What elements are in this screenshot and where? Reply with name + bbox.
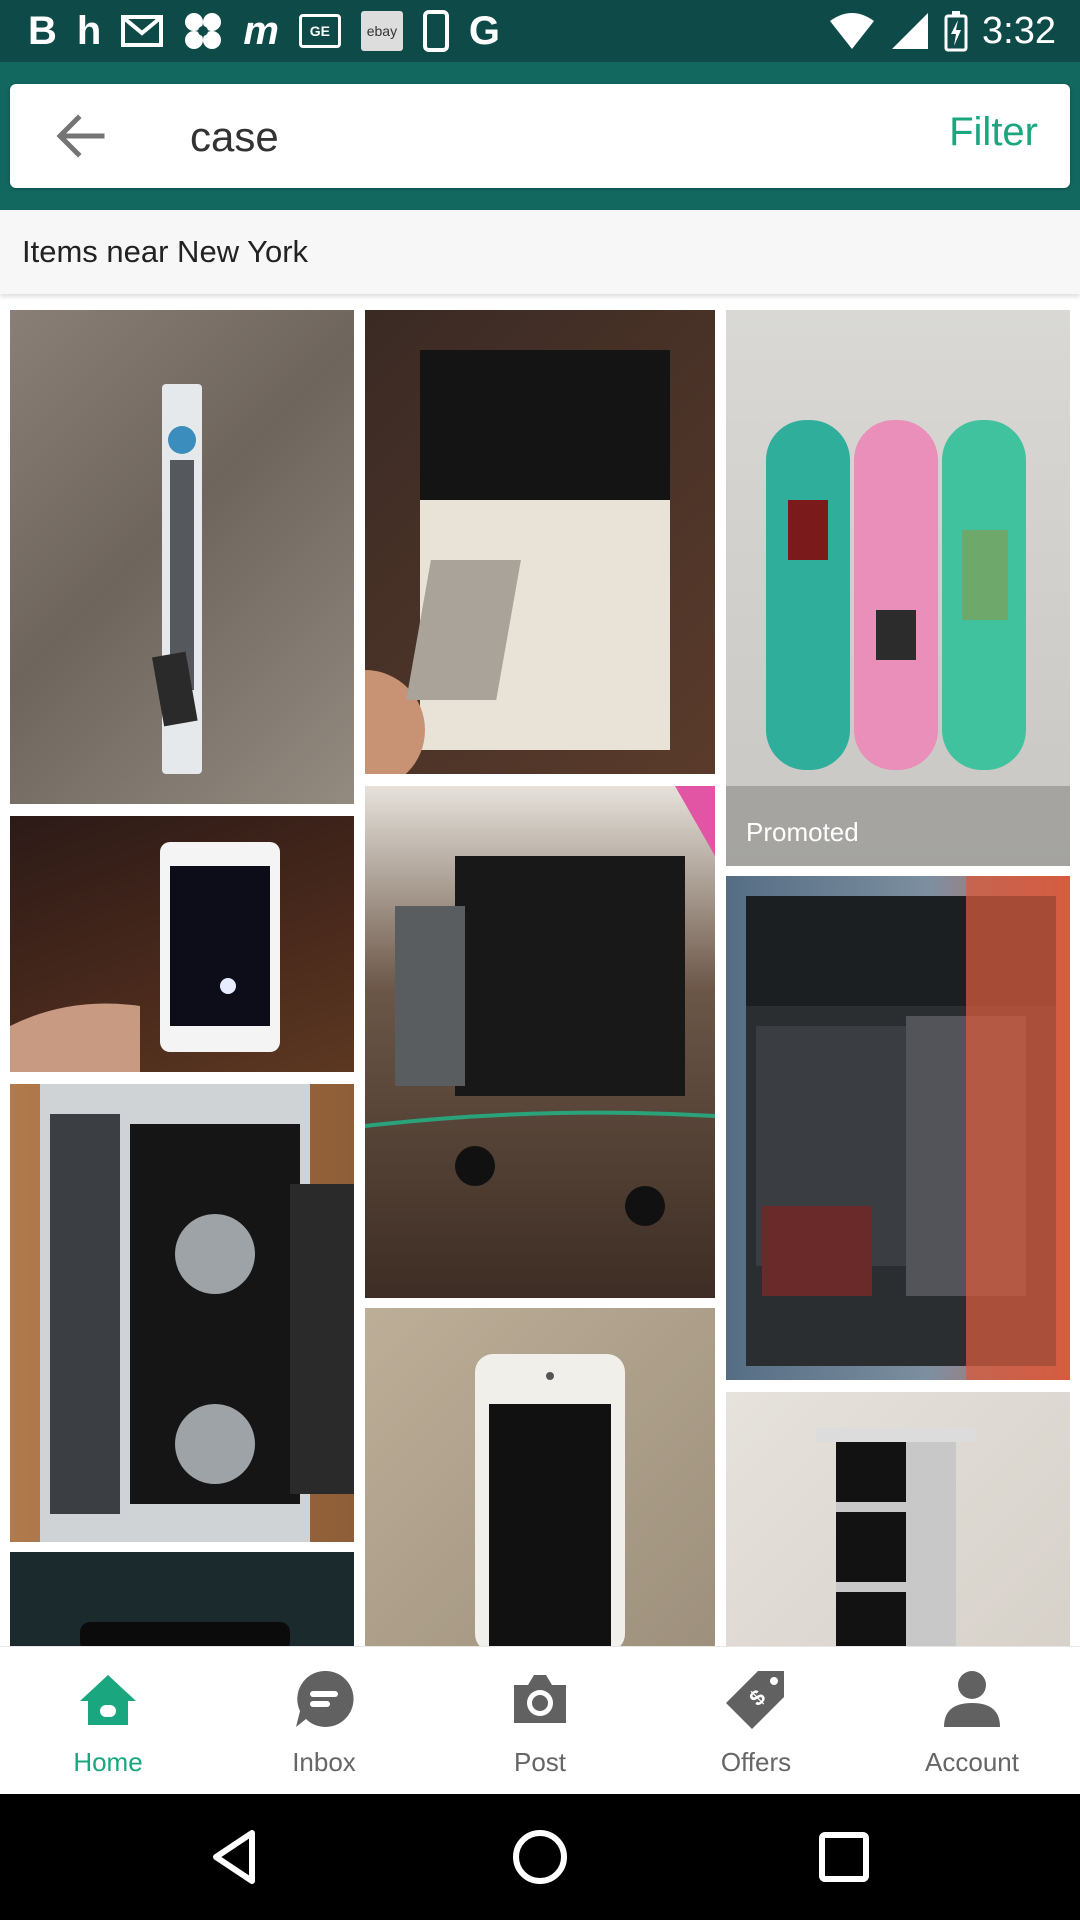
listing-tile[interactable] [10,816,354,1072]
listing-tile[interactable] [10,310,354,804]
status-bar: B h m GE ebay G 3:32 [0,0,1080,62]
location-label: Items near New York [22,234,309,269]
skateboard-decks-image [726,420,1070,866]
system-navigation-bar [0,1794,1080,1920]
nav-inbox[interactable]: Inbox [216,1647,432,1795]
m-app-icon: m [243,9,279,53]
battery-icon [944,11,968,52]
listing-tile[interactable] [365,786,715,1298]
listing-tile[interactable] [365,310,715,774]
listing-grid: Promoted [0,296,1080,1646]
listing-tile[interactable] [726,1392,1070,1646]
nav-offers[interactable]: $ Offers [648,1647,864,1795]
nav-account-label: Account [925,1747,1019,1777]
wifi-icon [830,13,875,49]
nav-account[interactable]: Account [864,1647,1080,1795]
listing-tile[interactable] [726,876,1070,1380]
back-triangle-icon[interactable] [206,1827,266,1887]
clock: 3:32 [982,9,1056,52]
tag-icon: $ [726,1671,784,1729]
dark-item-image [80,1622,290,1646]
radio-device-image [365,786,715,1226]
nav-home-label: Home [73,1747,143,1777]
home-circle-icon[interactable] [510,1827,570,1887]
ge-app-icon: GE [298,14,341,48]
home-icon [80,1675,136,1725]
white-phone-image [10,842,280,1072]
system-indicators: 3:32 [828,8,1056,54]
phone-icon [422,10,449,52]
listing-tile[interactable] [10,1552,354,1646]
person-icon [944,1671,1000,1727]
nav-offers-label: Offers [720,1747,792,1777]
search-bar: Filter [10,84,1070,188]
search-input[interactable] [188,104,892,170]
listing-tile[interactable]: Promoted [726,310,1070,866]
location-bar: Items near New York [0,210,1080,294]
signal-icon [892,13,929,49]
monopod-image [152,384,202,774]
ebay-app-icon: ebay [360,11,403,51]
bottom-navigation: Home Inbox Post $ Offers Account [0,1646,1080,1795]
iphone-image [475,1354,625,1646]
recents-square-icon[interactable] [814,1827,874,1887]
search-header: Filter [0,62,1080,210]
h-app-icon: h [76,9,102,53]
notification-icons: B h m GE ebay G [28,10,500,52]
nav-post-label: Post [513,1747,567,1777]
g-app-icon: G [468,9,501,53]
stand-image [816,1428,976,1646]
filter-button[interactable]: Filter [949,110,1038,155]
listing-tile[interactable] [10,1084,354,1542]
camera-icon [514,1675,566,1723]
blackweb-folio-case-image [746,876,1070,1380]
b-app-icon: B [28,9,57,53]
chat-icon [296,1670,354,1727]
nav-home[interactable]: Home [0,1647,216,1795]
nav-inbox-label: Inbox [292,1747,356,1777]
nav-post[interactable]: Post [432,1647,648,1795]
dj-controller-case-image [40,1084,354,1542]
mail-icon [121,15,164,47]
promoted-badge: Promoted [746,817,859,847]
windmill-icon [185,13,222,49]
speck-folio-image [365,350,670,774]
back-arrow-icon[interactable] [54,112,106,160]
listing-tile[interactable] [365,1308,715,1646]
